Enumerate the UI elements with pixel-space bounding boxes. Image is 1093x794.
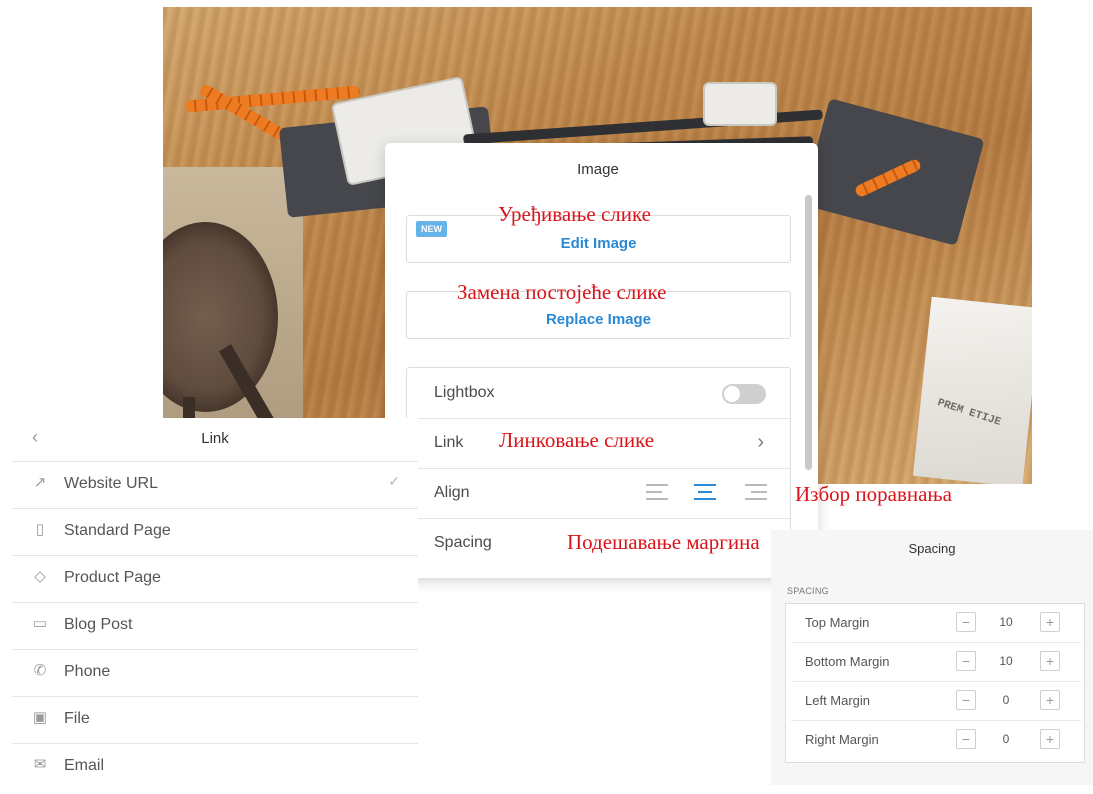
left-margin-row: Left Margin − 0 +: [791, 682, 1081, 721]
link-option-website-url[interactable]: ↗ Website URL ✓: [12, 461, 418, 507]
right-margin-value[interactable]: 0: [991, 732, 1021, 746]
align-center-icon[interactable]: [694, 484, 716, 502]
lightbox-label: Lightbox: [434, 384, 495, 401]
external-link-icon: ↗: [33, 474, 47, 491]
link-panel: ‹ Link ↗ Website URL ✓ ▯ Standard Page ◇…: [12, 418, 418, 794]
link-option-label: Phone: [64, 663, 111, 680]
panel-scrollbar[interactable]: [805, 195, 812, 470]
folder-icon: ▣: [32, 709, 48, 726]
annotation-edit-image: Уређивање слике: [498, 202, 651, 226]
link-option-label: Standard Page: [64, 522, 171, 539]
annotation-spacing: Подешавање маргина: [567, 530, 760, 554]
chevron-right-icon: ›: [757, 431, 764, 453]
increase-button[interactable]: +: [1040, 729, 1060, 749]
edit-image-label: Edit Image: [560, 235, 637, 252]
decrease-button[interactable]: −: [956, 690, 976, 710]
align-row: Align: [407, 468, 790, 519]
increase-button[interactable]: +: [1040, 651, 1060, 671]
link-panel-title: Link: [201, 430, 229, 447]
check-icon: ✓: [388, 473, 400, 489]
toggle-knob: [724, 386, 740, 402]
decrease-button[interactable]: −: [956, 651, 976, 671]
annotation-align: Избор поравнања: [795, 482, 952, 506]
link-option-label: Blog Post: [64, 616, 133, 633]
align-left-icon[interactable]: [646, 484, 668, 502]
phone-icon: ✆: [33, 662, 47, 679]
panel-title: Image: [577, 161, 619, 178]
link-option-file[interactable]: ▣ File: [12, 696, 418, 742]
link-option-email[interactable]: ✉ Email: [12, 743, 418, 789]
spacing-section-caption: SPACING: [787, 586, 829, 596]
left-margin-label: Left Margin: [805, 693, 871, 708]
increase-button[interactable]: +: [1040, 690, 1060, 710]
top-margin-value[interactable]: 10: [991, 615, 1021, 629]
increase-button[interactable]: +: [1040, 612, 1060, 632]
decrease-button[interactable]: −: [956, 612, 976, 632]
spacing-panel: Spacing SPACING Top Margin − 10 + Bottom…: [771, 530, 1093, 785]
right-margin-label: Right Margin: [805, 732, 879, 747]
envelope-icon: ✉: [33, 756, 47, 773]
link-option-product-page[interactable]: ◇ Product Page: [12, 555, 418, 601]
link-option-label: Product Page: [64, 569, 161, 586]
annotation-replace-image: Замена постојеће слике: [457, 280, 667, 304]
bottom-margin-label: Bottom Margin: [805, 654, 890, 669]
top-margin-row: Top Margin − 10 +: [791, 604, 1081, 643]
bottom-margin-row: Bottom Margin − 10 +: [791, 643, 1081, 682]
left-margin-value[interactable]: 0: [991, 693, 1021, 707]
top-margin-label: Top Margin: [805, 615, 870, 630]
lightbox-toggle[interactable]: [722, 384, 766, 404]
link-option-label: Email: [64, 757, 105, 774]
decrease-button[interactable]: −: [956, 729, 976, 749]
spacing-label: Spacing: [434, 534, 492, 551]
comment-icon: ▭: [32, 615, 48, 632]
link-option-standard-page[interactable]: ▯ Standard Page: [12, 508, 418, 554]
link-label: Link: [434, 434, 464, 451]
align-right-icon[interactable]: [745, 484, 767, 502]
link-option-phone[interactable]: ✆ Phone: [12, 649, 418, 695]
bottom-margin-value[interactable]: 10: [991, 654, 1021, 668]
right-margin-row: Right Margin − 0 +: [791, 721, 1081, 759]
spacing-fields: Top Margin − 10 + Bottom Margin − 10 + L…: [785, 603, 1085, 763]
spacing-panel-title: Spacing: [908, 541, 956, 556]
tag-icon: ◇: [34, 568, 46, 585]
page-icon: ▯: [35, 521, 45, 538]
lightbox-row: Lightbox: [407, 368, 790, 419]
paper-sheet: [912, 296, 1032, 484]
link-option-label: Website URL: [64, 475, 158, 492]
robot-sensor: [703, 82, 777, 126]
annotation-link-image: Линковање слике: [499, 428, 655, 452]
align-label: Align: [434, 484, 470, 501]
link-option-blog-post[interactable]: ▭ Blog Post: [12, 602, 418, 648]
link-option-label: File: [64, 710, 90, 727]
replace-image-label: Replace Image: [545, 311, 652, 328]
